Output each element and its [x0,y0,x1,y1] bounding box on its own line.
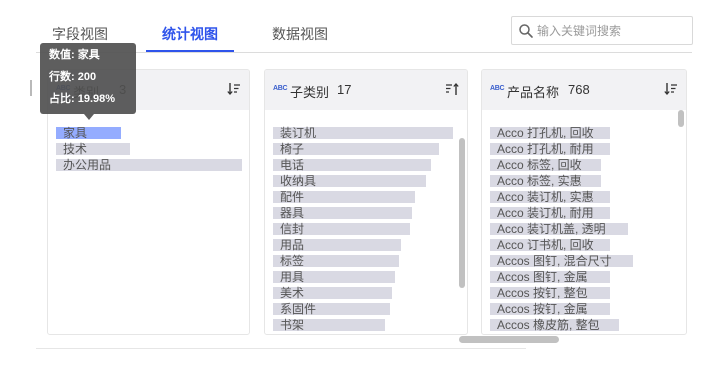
tooltip-value: 数值: 家具 [49,49,100,61]
value-label: 装订机 [280,126,317,140]
value-label: 办公用品 [63,158,112,172]
value-label: 收纳具 [280,174,317,188]
value-row[interactable]: Accos 图钉, 金属 [490,269,678,285]
value-row[interactable]: Accos 按钉, 金属 [490,301,678,317]
value-label: Acco 装订机盖, 透明 [497,222,606,236]
value-row[interactable]: Acco 打孔机, 耐用 [490,141,678,157]
value-label: Acco 标签, 实惠 [497,174,582,188]
text-type-abc-icon: ABC [273,85,288,92]
value-label: Accos 按钉, 金属 [497,302,588,316]
column-header: ABC 子类别 17 [265,70,467,110]
value-row[interactable]: 用品 [273,237,461,253]
column-title: 产品名称 [507,85,560,100]
value-row[interactable]: 椅子 [273,141,461,157]
value-row[interactable]: Acco 订书机, 回收 [490,237,678,253]
value-row[interactable]: 配件 [273,189,461,205]
value-tooltip: 数值: 家具 行数: 200 占比: 19.98% [40,43,136,114]
value-label: 系固件 [280,302,317,316]
value-row[interactable]: Acco 装订机, 耐用 [490,205,678,221]
value-row[interactable]: 电话 [273,157,461,173]
value-label: 技术 [63,142,88,156]
value-row[interactable]: 用具 [273,269,461,285]
value-label: 纸张 [280,333,304,334]
column-subcategory: ABC 子类别 17 装订机椅子电话收纳具配件器具信封用品标签用具美术系固件书架… [264,69,468,335]
value-row[interactable]: Acco 装订机盖, 透明 [490,221,678,237]
value-row[interactable]: Acco 打孔机, 回收 [490,125,678,141]
value-row[interactable]: Accos 橡皮筋, 整包 [490,317,678,333]
sort-ascending-icon[interactable] [445,82,459,96]
value-row[interactable]: 纸张 [273,333,461,334]
value-label: 书架 [280,318,305,332]
value-row[interactable]: Accos 图钉, 混合尺寸 [490,253,678,269]
value-row[interactable]: 系固件 [273,301,461,317]
vertical-scrollbar[interactable] [459,138,465,288]
tooltip-ratio: 占比: 19.98% [49,93,116,105]
value-label: 用具 [280,270,305,284]
column-product-name: ABC 产品名称 768 Acco 打孔机, 回收 Acco 打孔机, 耐用 Acc… [481,69,687,335]
tab-data-view[interactable]: 数据视图 [256,24,344,52]
value-row[interactable]: Acco 标签, 实惠 [490,173,678,189]
value-label: Acco 打孔机, 耐用 [497,142,594,156]
value-label: Accos 橡皮筋, 每包 [497,333,600,334]
column-title: 子类别 [290,85,330,100]
divider [36,348,526,349]
value-row[interactable]: 装订机 [273,125,461,141]
value-row[interactable]: Acco 标签, 回收 [490,157,678,173]
value-row[interactable]: Acco 装订机, 实惠 [490,189,678,205]
value-row[interactable]: 家具 [56,125,244,141]
value-list: 家具 技术 办公用品 [56,125,244,173]
value-label: 家具 [63,126,88,140]
value-label: Accos 橡皮筋, 整包 [497,318,600,332]
value-label: Accos 按钉, 整包 [497,286,588,300]
left-scroll-indicator [30,80,32,96]
search-icon [519,24,533,38]
value-label: Acco 装订机, 实惠 [497,190,594,204]
value-label: Acco 打孔机, 回收 [497,126,594,140]
tooltip-arrow [84,114,94,120]
value-label: 器具 [280,206,305,220]
value-row[interactable]: Accos 橡皮筋, 每包 [490,333,678,334]
value-row[interactable]: Accos 按钉, 整包 [490,285,678,301]
tab-statistics-view[interactable]: 统计视图 [146,24,234,52]
value-label: Accos 图钉, 混合尺寸 [497,254,612,268]
sort-descending-icon[interactable] [664,82,678,96]
column-count: 768 [568,82,590,97]
tooltip-count: 行数: 200 [49,71,97,83]
search-input[interactable] [537,20,687,41]
value-label: 信封 [280,222,305,236]
value-label: 椅子 [280,142,305,156]
value-label: Acco 标签, 回收 [497,158,582,172]
value-label: 配件 [280,190,305,204]
value-label: Accos 图钉, 金属 [497,270,588,284]
value-row[interactable]: 书架 [273,317,461,333]
value-list: Acco 打孔机, 回收 Acco 打孔机, 耐用 Acco 标签, 回收 Acco … [490,125,678,334]
value-label: 美术 [280,286,305,300]
value-row[interactable]: 技术 [56,141,244,157]
value-label: Acco 装订机, 耐用 [497,206,594,220]
value-row[interactable]: 收纳具 [273,173,461,189]
vertical-scrollbar[interactable] [678,110,684,127]
value-label: 电话 [280,158,305,172]
search-box[interactable] [511,16,693,45]
value-label: 用品 [280,238,305,252]
value-label: Acco 订书机, 回收 [497,238,594,252]
value-row[interactable]: 信封 [273,221,461,237]
value-label: 标签 [280,254,305,268]
value-row[interactable]: 标签 [273,253,461,269]
sort-descending-icon[interactable] [227,82,241,96]
statistics-view-panel: 字段视图 统计视图 数据视图 ABC 类别 3 家具技术办公用品 [0,0,717,372]
value-row[interactable]: 美术 [273,285,461,301]
column-count: 17 [337,82,352,97]
text-type-abc-icon: ABC [490,85,505,92]
column-header: ABC 产品名称 768 [482,70,686,110]
value-list: 装订机椅子电话收纳具配件器具信封用品标签用具美术系固件书架纸张 [273,125,461,334]
value-row[interactable]: 办公用品 [56,157,244,173]
value-row[interactable]: 器具 [273,205,461,221]
horizontal-scrollbar[interactable] [459,336,559,343]
